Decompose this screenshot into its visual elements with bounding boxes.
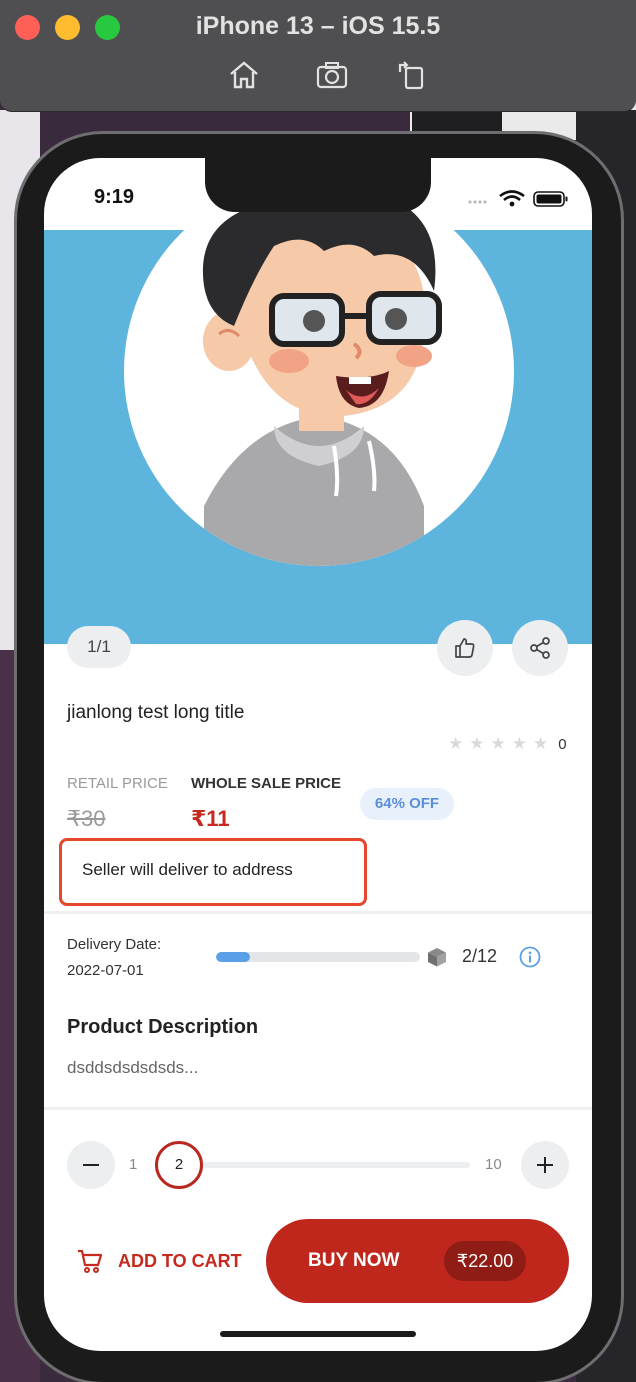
like-button[interactable] [437,620,493,676]
wholesale-price: ₹11 [191,806,230,831]
share-button[interactable] [512,620,568,676]
home-icon[interactable] [227,58,261,92]
quantity-max-label: 10 [485,1156,502,1173]
description-text[interactable]: dsddsdsdsdsds... [67,1058,198,1078]
delivery-date-label: Delivery Date: [67,936,162,953]
increase-quantity-button[interactable] [521,1141,569,1189]
status-time: 9:19 [94,186,135,208]
thumbs-up-icon [455,638,475,658]
package-icon [428,948,446,967]
add-to-cart-button[interactable]: ADD TO CART [76,1246,242,1276]
star-icon: ★ [490,734,506,753]
retail-price: ₹30 [67,806,106,831]
description-heading: Product Description [67,1016,259,1038]
discount-badge: 64% OFF [360,788,454,820]
simulator-title-bar: iPhone 13 – iOS 15.5 [0,0,636,112]
decrease-quantity-button[interactable] [67,1141,115,1189]
star-icon: ★ [469,734,485,753]
simulator-title: iPhone 13 – iOS 15.5 [195,12,441,40]
delivery-date-value: 2022-07-01 [67,962,144,979]
quantity-slider-thumb[interactable]: 2 [155,1141,203,1189]
rotate-icon[interactable] [394,58,428,92]
star-icon: ★ [511,734,527,753]
quantity-slider-track[interactable] [180,1162,470,1168]
add-to-cart-label: ADD TO CART [118,1250,242,1271]
buy-now-label: BUY NOW [308,1250,400,1271]
rating-stars: ★ ★ ★ ★ ★ 0 [448,734,567,754]
phone-notch [205,158,431,212]
buy-now-button[interactable]: BUY NOW ₹22.00 [266,1219,569,1303]
star-icon: ★ [448,734,464,753]
wifi-icon [499,190,525,207]
status-icons [468,190,568,207]
divider [44,1107,592,1110]
stock-progress-bar [216,952,420,962]
image-counter: 1/1 [67,626,131,668]
signal-icon [468,200,487,204]
product-title: jianlong test long title [67,702,245,723]
share-icon [530,637,550,659]
minus-icon [83,1164,99,1166]
info-icon[interactable] [519,946,541,968]
rating-count: 0 [558,735,567,753]
screenshot-icon[interactable] [315,58,349,92]
quantity-min-label: 1 [129,1156,138,1173]
plus-icon [537,1157,553,1173]
total-price-badge: ₹22.00 [444,1241,526,1281]
stock-count: 2/12 [462,946,498,966]
star-icon: ★ [533,734,549,753]
retail-price-label: RETAIL PRICE [67,775,168,792]
avatar-illustration [124,176,514,566]
stock-progress-fill [216,952,250,962]
wholesale-price-label: WHOLE SALE PRICE [191,775,342,792]
delivery-note: Seller will deliver to address [82,860,293,879]
product-image[interactable] [44,176,592,644]
home-indicator[interactable] [220,1331,416,1337]
battery-icon [533,191,568,207]
cart-icon [78,1249,103,1273]
divider [44,911,592,914]
